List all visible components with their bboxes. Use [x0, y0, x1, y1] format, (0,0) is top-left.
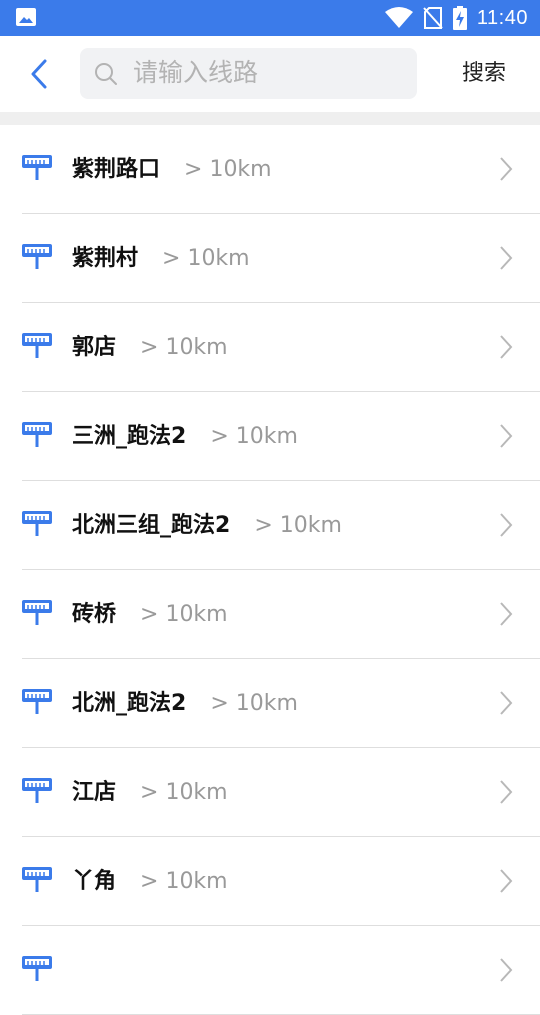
list-item[interactable]: 丫角 > 10km: [0, 837, 540, 926]
bus-stop-icon: [22, 422, 52, 447]
section-gap: [0, 112, 540, 125]
station-name: 江店: [72, 780, 117, 805]
status-bar: 11:40: [0, 0, 540, 36]
station-name: 紫荆路口: [72, 157, 161, 182]
list-item[interactable]: 砖桥 > 10km: [0, 570, 540, 659]
chevron-right-icon: [500, 691, 513, 715]
battery-charging-icon: [452, 6, 467, 30]
list-item[interactable]: 紫荆路口 > 10km: [0, 125, 540, 214]
image-icon: [16, 8, 36, 26]
search-input[interactable]: 请输入线路: [80, 48, 417, 99]
bus-stop-icon: [22, 511, 52, 536]
station-name: 北洲三组_跑法2: [72, 513, 231, 538]
search-button[interactable]: 搜索: [462, 60, 506, 88]
chevron-right-icon: [500, 513, 513, 537]
list-item[interactable]: 紫荆村 > 10km: [0, 214, 540, 303]
chevron-right-icon: [500, 157, 513, 181]
list-item[interactable]: 江店 > 10km: [0, 748, 540, 837]
station-name: 三洲_跑法2: [72, 424, 187, 449]
station-distance: > 10km: [254, 513, 342, 538]
station-distance: > 10km: [162, 246, 250, 271]
station-name: 北洲_跑法2: [72, 691, 187, 716]
station-distance: > 10km: [210, 691, 298, 716]
bus-stop-icon: [22, 600, 52, 625]
chevron-right-icon: [500, 246, 513, 270]
station-distance: > 10km: [210, 424, 298, 449]
bus-stop-icon: [22, 867, 52, 892]
search-placeholder: 请输入线路: [133, 58, 259, 87]
chevron-right-icon: [500, 869, 513, 893]
list-item[interactable]: [0, 926, 540, 1015]
station-name: 砖桥: [72, 602, 117, 627]
top-bar: 请输入线路 搜索: [0, 36, 540, 112]
station-list: 紫荆路口 > 10km 紫荆村 > 10km 郭店 > 10km 三洲_跑法2 > 10…: [0, 125, 540, 1015]
list-item[interactable]: 郭店 > 10km: [0, 303, 540, 392]
chevron-right-icon: [500, 958, 513, 982]
chevron-right-icon: [500, 780, 513, 804]
station-name: 丫角: [72, 869, 117, 894]
station-distance: > 10km: [140, 335, 228, 360]
station-distance: > 10km: [140, 602, 228, 627]
no-sim-icon: [423, 7, 443, 29]
chevron-right-icon: [500, 602, 513, 626]
station-distance: > 10km: [184, 157, 272, 182]
list-item[interactable]: 北洲_跑法2 > 10km: [0, 659, 540, 748]
status-time: 11:40: [476, 6, 528, 29]
chevron-left-icon[interactable]: [26, 56, 56, 92]
chevron-right-icon: [500, 335, 513, 359]
bus-stop-icon: [22, 333, 52, 358]
bus-stop-icon: [22, 155, 52, 180]
station-name: 郭店: [72, 335, 117, 360]
list-item[interactable]: 北洲三组_跑法2 > 10km: [0, 481, 540, 570]
bus-stop-icon: [22, 778, 52, 803]
chevron-right-icon: [500, 424, 513, 448]
station-name: 紫荆村: [72, 246, 139, 271]
bus-stop-icon: [22, 244, 52, 269]
list-item[interactable]: 三洲_跑法2 > 10km: [0, 392, 540, 481]
wifi-icon: [384, 7, 413, 28]
bus-stop-icon: [22, 689, 52, 714]
station-distance: > 10km: [140, 780, 228, 805]
station-distance: > 10km: [140, 869, 228, 894]
search-icon: [95, 63, 117, 85]
